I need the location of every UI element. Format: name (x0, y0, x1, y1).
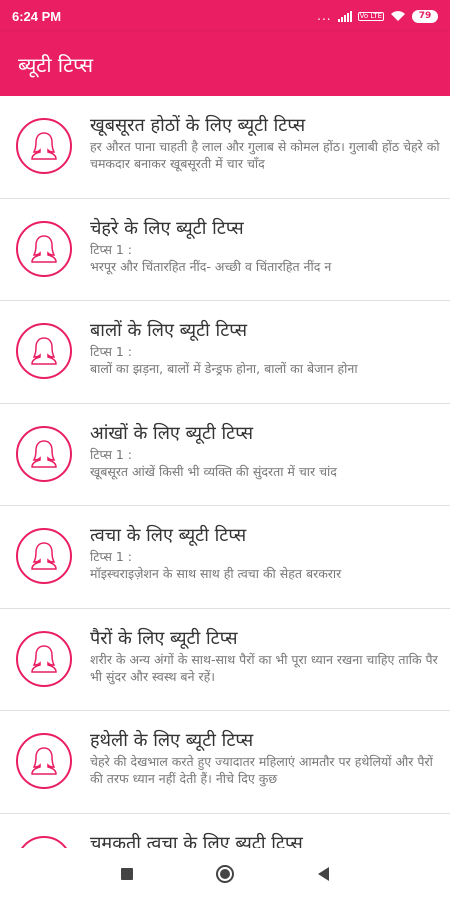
list-item-title: खूबसूरत होठों के लिए ब्यूटी टिप्स (90, 115, 306, 136)
list-item[interactable]: पैरों के लिए ब्यूटी टिप्स शरीर के अन्य अं… (0, 609, 450, 711)
woman-avatar-icon (16, 835, 72, 848)
list-item-title: चेहरे के लिए ब्यूटी टिप्स (90, 217, 244, 239)
back-button[interactable] (313, 864, 333, 884)
list-item[interactable]: चमकती त्वचा के लिए ब्यूटी टिप्स (0, 814, 450, 849)
tips-list[interactable]: खूबसूरत होठों के लिए ब्यूटी टिप्स हर औरत … (0, 96, 450, 848)
volte-icon: Vo LTE (357, 11, 384, 21)
status-icons: ... Vo LTE 79 (317, 9, 438, 23)
recents-button[interactable] (117, 864, 137, 884)
signal-icon (337, 10, 352, 22)
woman-avatar-icon (16, 425, 72, 482)
list-item-description: टिप्स 1 : बालों का झड़ना, बालों में डेन्… (90, 344, 358, 376)
woman-avatar-icon (16, 528, 72, 584)
list-item-title: हथेली के लिए ब्यूटी टिप्स (90, 730, 254, 751)
woman-avatar-icon (16, 323, 72, 379)
list-item-description: चेहरे की देखभाल करते हुए ज्यादातर महिलाए… (90, 754, 433, 786)
list-item-text: आंखों के लिए ब्यूटी टिप्स टिप्स 1 : खूबसू… (90, 422, 442, 480)
list-item-text: पैरों के लिए ब्यूटी टिप्स शरीर के अन्य अं… (90, 627, 442, 685)
list-item[interactable]: त्वचा के लिए ब्यूटी टिप्स टिप्स 1 : मॉइस्… (0, 506, 450, 609)
home-button[interactable] (215, 864, 235, 884)
notification-dots: ... (317, 9, 332, 23)
list-item-description: टिप्स 1 : मॉइस्चराइज़ेशन के साथ साथ ही त… (90, 549, 342, 581)
back-triangle-icon (317, 867, 329, 881)
list-item-description: टिप्स 1 : भरपूर और चिंतारहित नींद- अच्छी… (90, 241, 332, 274)
list-item-title: चमकती त्वचा के लिए ब्यूटी टिप्स (90, 832, 303, 849)
list-item-description: टिप्स 1 : खूबसूरत आंखें किसी भी व्यक्ति … (90, 446, 337, 479)
list-item[interactable]: बालों के लिए ब्यूटी टिप्स टिप्स 1 : बालों… (0, 301, 450, 404)
battery-icon: 79 (412, 9, 438, 23)
app-title: ब्यूटी टिप्स (18, 52, 93, 77)
woman-avatar-icon (16, 733, 72, 789)
list-item-text: त्वचा के लिए ब्यूटी टिप्स टिप्स 1 : मॉइस्… (90, 524, 442, 582)
list-item[interactable]: आंखों के लिए ब्यूटी टिप्स टिप्स 1 : खूबसू… (0, 404, 450, 506)
list-item[interactable]: हथेली के लिए ब्यूटी टिप्स चेहरे की देखभाल… (0, 711, 450, 814)
status-bar: 6:24 PM ... Vo LTE 79 (0, 0, 450, 32)
list-item-description: शरीर के अन्य अंगों के साथ-साथ पैरों का भ… (90, 651, 438, 684)
list-item-text: बालों के लिए ब्यूटी टिप्स टिप्स 1 : बालों… (90, 319, 442, 377)
list-item[interactable]: खूबसूरत होठों के लिए ब्यूटी टिप्स हर औरत … (0, 96, 450, 199)
list-item-text: चेहरे के लिए ब्यूटी टिप्स टिप्स 1 : भरपूर… (90, 217, 442, 275)
woman-avatar-icon (16, 630, 72, 687)
list-item-title: त्वचा के लिए ब्यूटी टिप्स (90, 525, 247, 546)
woman-avatar-icon (16, 118, 72, 174)
list-item[interactable]: चेहरे के लिए ब्यूटी टिप्स टिप्स 1 : भरपूर… (0, 199, 450, 301)
list-item-text: चमकती त्वचा के लिए ब्यूटी टिप्स (90, 832, 442, 849)
wifi-icon (391, 11, 405, 21)
list-item-title: बालों के लिए ब्यूटी टिप्स (90, 320, 248, 341)
list-item-title: पैरों के लिए ब्यूटी टिप्स (90, 627, 238, 649)
woman-avatar-icon (16, 220, 72, 277)
list-item-description: हर औरत पाना चाहती है लाल और गुलाब से कोम… (90, 139, 440, 171)
navigation-bar (0, 848, 450, 900)
square-icon (121, 868, 133, 880)
home-circle-icon (216, 865, 234, 883)
list-item-text: खूबसूरत होठों के लिए ब्यूटी टिप्स हर औरत … (90, 114, 442, 172)
status-time: 6:24 PM (12, 8, 62, 24)
app-bar: ब्यूटी टिप्स (0, 32, 450, 96)
list-item-text: हथेली के लिए ब्यूटी टिप्स चेहरे की देखभाल… (90, 729, 442, 787)
list-item-title: आंखों के लिए ब्यूटी टिप्स (90, 422, 254, 444)
